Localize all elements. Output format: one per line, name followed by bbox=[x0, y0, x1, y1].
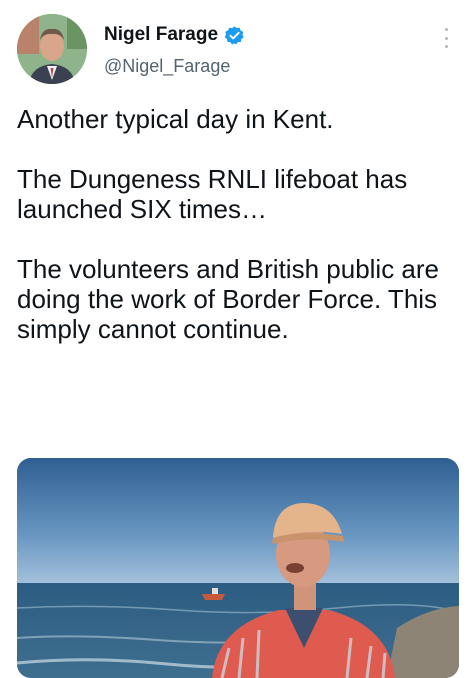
tweet-paragraph: The Dungeness RNLI lifeboat has launched… bbox=[17, 164, 408, 224]
tweet-header: Nigel Farage @Nigel_Farage bbox=[0, 0, 474, 96]
video-frame-image bbox=[17, 458, 459, 678]
author-display-name[interactable]: Nigel Farage bbox=[104, 24, 218, 46]
tweet-paragraph: Another typical day in Kent. bbox=[17, 104, 334, 134]
more-dot bbox=[444, 28, 448, 31]
more-dot bbox=[444, 36, 448, 40]
avatar-image bbox=[17, 14, 87, 84]
author-handle[interactable]: @Nigel_Farage bbox=[104, 56, 230, 77]
tweet-video-thumbnail[interactable] bbox=[17, 458, 459, 678]
more-vertical-icon[interactable] bbox=[436, 26, 456, 50]
tweet-text: Another typical day in Kent. The Dungene… bbox=[17, 104, 462, 374]
tweet-paragraph: The volunteers and British public are do… bbox=[17, 254, 440, 344]
author-name-row: Nigel Farage bbox=[104, 24, 245, 46]
author-avatar[interactable] bbox=[17, 14, 87, 84]
verified-badge-icon bbox=[224, 25, 245, 46]
more-dot bbox=[444, 45, 448, 48]
